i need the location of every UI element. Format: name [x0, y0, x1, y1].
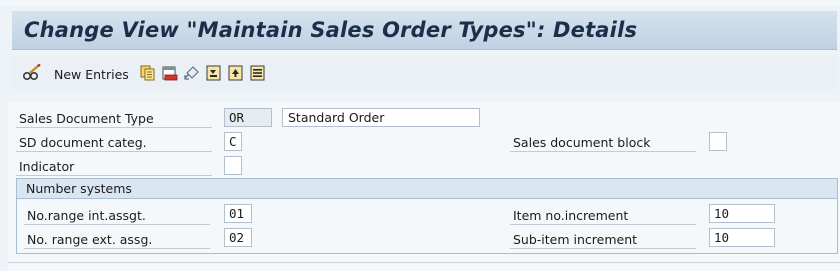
number-systems-header: Number systems [17, 179, 837, 199]
indicator-label: Indicator [16, 157, 212, 176]
display-change-icon[interactable] [22, 64, 42, 82]
sd-document-categ-field[interactable]: C [224, 132, 242, 151]
sub-item-increment-field[interactable]: 10 [709, 228, 775, 247]
sales-document-block-field[interactable] [709, 132, 727, 151]
item-no-increment-field[interactable]: 10 [709, 204, 775, 223]
sd-document-categ-label: SD document categ. [16, 133, 212, 152]
next-entry-icon[interactable] [250, 65, 266, 81]
sub-item-increment-label: Sub-item increment [510, 230, 696, 249]
undo-icon[interactable] [184, 65, 200, 81]
title-bar: Change View "Maintain Sales Order Types"… [12, 11, 837, 50]
item-no-increment-label: Item no.increment [510, 206, 696, 225]
copy-icon[interactable] [140, 65, 156, 81]
no-range-ext-label: No. range ext. assg. [24, 230, 210, 249]
top-strip [0, 0, 840, 6]
sales-document-type-code: OR [224, 108, 272, 127]
application-toolbar: New Entries [12, 56, 837, 90]
indicator-field[interactable] [224, 156, 242, 175]
no-range-ext-field[interactable]: 02 [224, 228, 252, 247]
sales-document-block-label: Sales document block [510, 133, 696, 152]
sales-document-type-description[interactable]: Standard Order [282, 108, 480, 127]
sales-document-type-label: Sales Document Type [16, 109, 212, 128]
delete-icon[interactable] [162, 65, 178, 81]
no-range-int-field[interactable]: 01 [224, 204, 252, 223]
no-range-int-label: No.range int.assgt. [24, 206, 210, 225]
first-entry-icon[interactable] [206, 65, 222, 81]
page-title: Change View "Maintain Sales Order Types"… [24, 18, 638, 42]
previous-entry-icon[interactable] [228, 65, 244, 81]
new-entries-button[interactable]: New Entries [54, 67, 129, 82]
bottom-divider [8, 262, 840, 263]
